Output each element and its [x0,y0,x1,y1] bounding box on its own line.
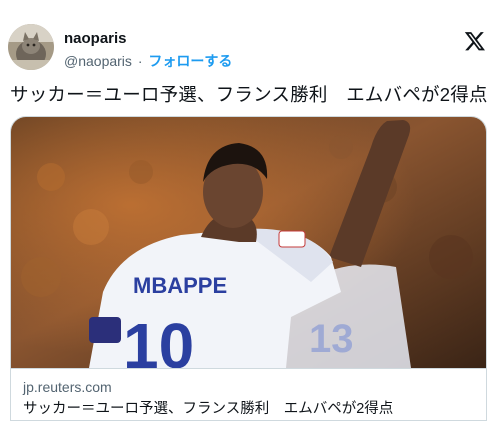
avatar-image [8,24,54,70]
separator-dot: · [137,53,143,69]
jersey-name: MBAPPE [133,273,227,298]
tweet-header: naoparis @naoparis · フォローする [8,24,492,76]
back-player-number: 13 [309,317,354,361]
x-logo-icon-svg [464,32,485,51]
card-domain: jp.reuters.com [23,379,112,395]
author-display-name[interactable]: naoparis [64,30,232,48]
tweet-text: サッカー＝ユーロ予選、フランス勝利 エムバペが2得点 [10,84,488,105]
follow-button[interactable]: フォローする [148,53,232,69]
tweet-embed: naoparis @naoparis · フォローする サッカー＝ユーロ予選、フ… [0,0,500,421]
card-photo: 13 MBAPPE 10 [11,117,486,382]
card-title: サッカー＝ユーロ予選、フランス勝利 エムバペが2得点 [23,401,394,417]
author-names: naoparis @naoparis · フォローする [64,30,232,70]
author-handle[interactable]: @naoparis [64,53,132,69]
jersey-number: 10 [123,310,194,368]
card-image[interactable]: 13 MBAPPE 10 [11,117,486,382]
link-card[interactable]: 13 MBAPPE 10 jp.reuters.com サッカー＝ユーロ予選、フ… [10,116,487,421]
card-meta[interactable]: jp.reuters.com サッカー＝ユーロ予選、フランス勝利 エムバペが2得… [11,368,486,420]
author-handle-row: @naoparis · フォローする [64,53,232,70]
author-avatar[interactable] [8,24,54,70]
x-logo-icon[interactable] [464,30,486,52]
